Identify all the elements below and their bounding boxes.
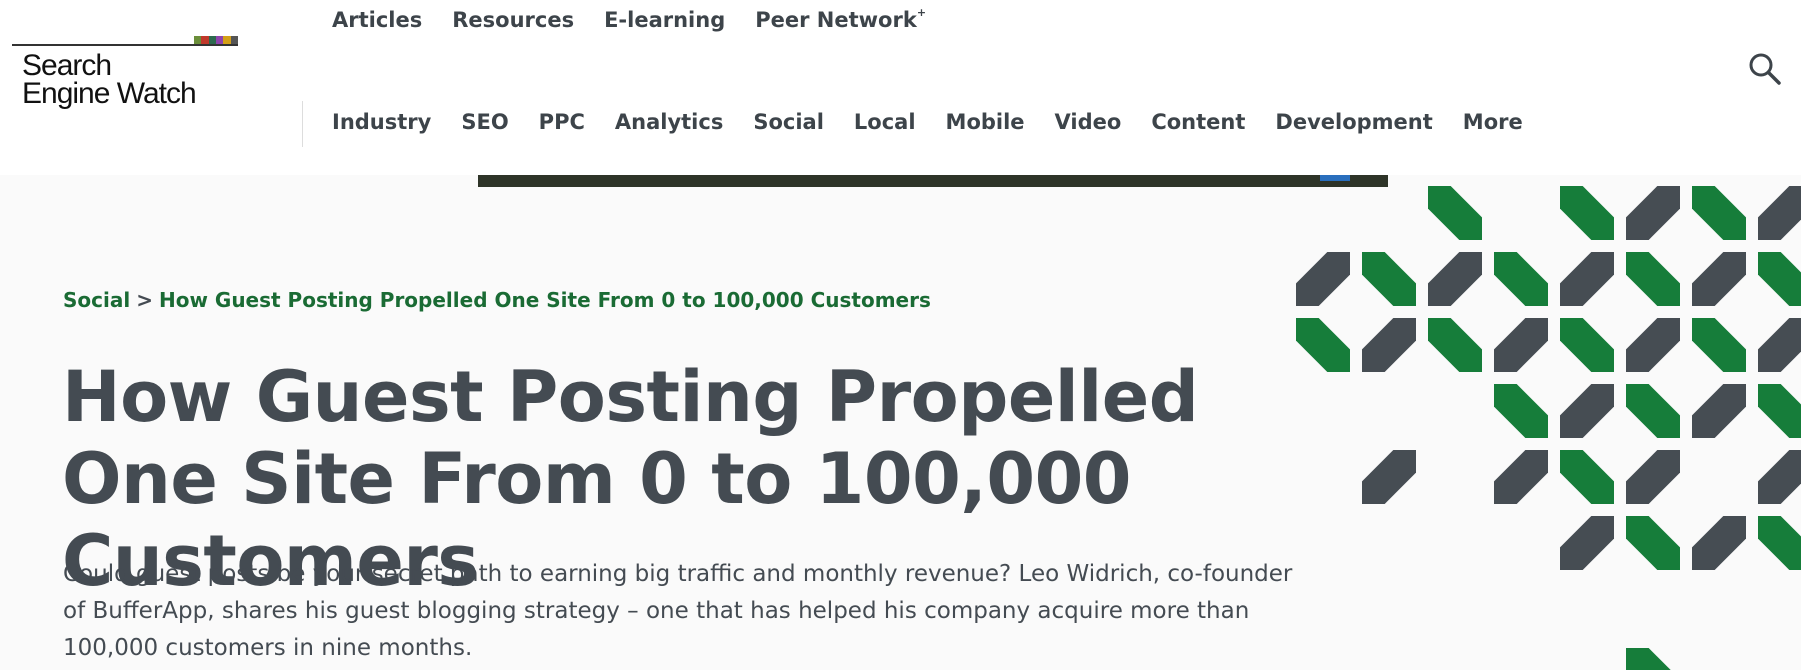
logo-rule (12, 44, 238, 46)
pattern-shape (1428, 318, 1482, 372)
pattern-shape (1626, 252, 1680, 306)
ad-badge (1320, 175, 1350, 181)
top-nav: Articles Resources E-learning Peer Netwo… (332, 6, 927, 32)
pattern-shape (1494, 450, 1548, 504)
pattern-shape (1626, 648, 1671, 670)
main-nav-ppc[interactable]: PPC (539, 110, 585, 134)
pattern-shape (1758, 252, 1801, 306)
pattern-shape (1758, 450, 1801, 504)
pattern-shape (1428, 186, 1482, 240)
breadcrumb-current: How Guest Posting Propelled One Site Fro… (158, 288, 931, 312)
main-nav-analytics[interactable]: Analytics (615, 110, 723, 134)
pattern-shape (1758, 384, 1801, 438)
pattern-shape (1560, 450, 1614, 504)
top-nav-resources[interactable]: Resources (452, 8, 574, 32)
pattern-shape (1362, 450, 1416, 504)
logo-text: Search Engine Watch (22, 49, 197, 110)
pattern-shape (1494, 384, 1548, 438)
pattern-shape (1758, 516, 1801, 570)
nav-divider (302, 101, 303, 147)
site-logo[interactable]: Search Engine Watch (12, 36, 238, 116)
main-nav-industry[interactable]: Industry (332, 110, 431, 134)
top-nav-articles[interactable]: Articles (332, 8, 422, 32)
main-nav: Industry SEO PPC Analytics Social Local … (332, 110, 1523, 134)
main-nav-mobile[interactable]: Mobile (946, 110, 1025, 134)
pattern-shape (1626, 186, 1680, 240)
pattern-shape (1758, 186, 1801, 240)
pattern-shape (1560, 384, 1614, 438)
pattern-shape (1560, 252, 1614, 306)
breadcrumb-separator: > (136, 288, 153, 312)
pattern-shape (1296, 318, 1350, 372)
pattern-shape (1560, 186, 1614, 240)
peer-network-plus: + (916, 6, 927, 19)
pattern-shape (1362, 252, 1416, 306)
main-nav-content[interactable]: Content (1151, 110, 1245, 134)
pattern-shape (1692, 186, 1746, 240)
top-nav-peer-network[interactable]: Peer Network+ (755, 6, 927, 32)
top-nav-peer-network-label: Peer Network (755, 8, 917, 32)
main-nav-video[interactable]: Video (1055, 110, 1122, 134)
top-nav-e-learning[interactable]: E-learning (604, 8, 725, 32)
logo-color-bar (230, 36, 238, 44)
pattern-shape (1494, 318, 1548, 372)
pattern-shape (1296, 252, 1350, 306)
logo-color-bar (223, 36, 231, 44)
pattern-shape (1494, 252, 1548, 306)
logo-line-2: Engine Watch (22, 77, 197, 110)
article-summary: Could guest posts be your secret path to… (63, 561, 1293, 661)
breadcrumb-category[interactable]: Social (63, 288, 130, 312)
pattern-shape (1692, 384, 1746, 438)
pattern-shape (1560, 516, 1614, 570)
logo-color-bars (194, 36, 238, 44)
decorative-pattern (1296, 186, 1801, 670)
pattern-shape (1362, 318, 1416, 372)
pattern-shape (1626, 516, 1680, 570)
breadcrumb: Social > How Guest Posting Propelled One S… (63, 288, 931, 312)
pattern-shape (1692, 516, 1746, 570)
main-nav-seo[interactable]: SEO (461, 110, 508, 134)
logo-color-bar (215, 36, 224, 44)
pattern-shape (1428, 252, 1482, 306)
search-icon[interactable] (1748, 52, 1782, 86)
pattern-shape (1692, 318, 1746, 372)
pattern-shape (1560, 318, 1614, 372)
ad-banner-strip[interactable] (478, 175, 1388, 187)
logo-color-bar (201, 36, 209, 44)
main-nav-social[interactable]: Social (753, 110, 824, 134)
site-header: Search Engine Watch Articles Resources E… (0, 0, 1801, 175)
pattern-shape (1692, 252, 1746, 306)
logo-line-1: Search (22, 49, 112, 82)
pattern-shape (1626, 384, 1680, 438)
pattern-shape (1758, 318, 1801, 372)
main-nav-more[interactable]: More (1463, 110, 1523, 134)
pattern-shape (1626, 318, 1680, 372)
logo-color-bar (208, 36, 216, 44)
main-nav-local[interactable]: Local (854, 110, 916, 134)
pattern-shape (1626, 450, 1680, 504)
logo-color-bar (194, 36, 202, 44)
main-nav-development[interactable]: Development (1275, 110, 1432, 134)
